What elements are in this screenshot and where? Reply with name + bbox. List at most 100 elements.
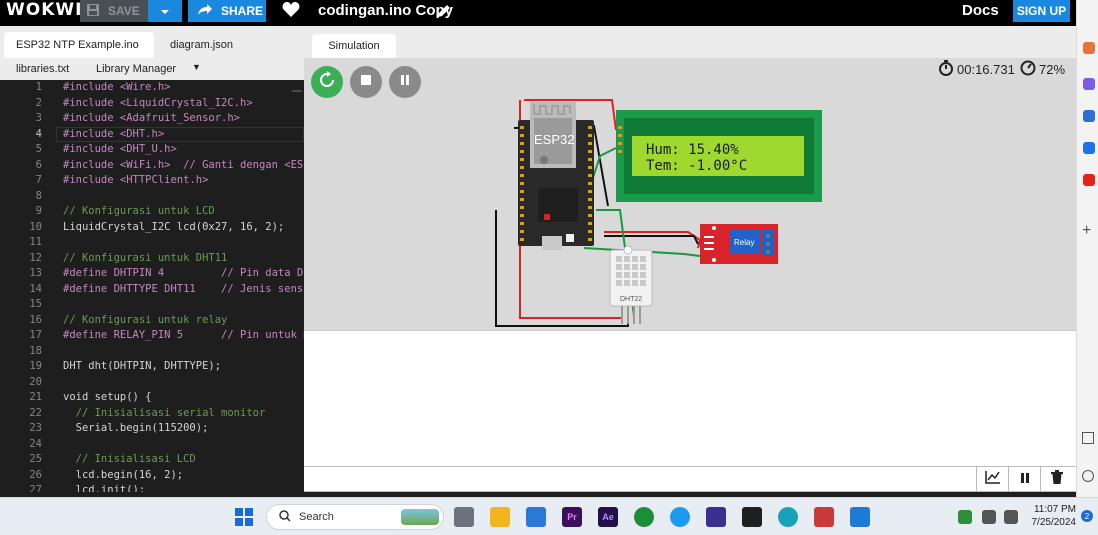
screenshot-icon[interactable] xyxy=(1082,432,1094,444)
code-line[interactable]: 2 #include <LiquidCrystal_I2C.h> xyxy=(0,97,304,113)
premiere-icon[interactable]: Pr xyxy=(562,507,582,527)
clear-button[interactable] xyxy=(1040,467,1072,492)
line-number: 19 xyxy=(29,360,42,372)
tab-libraries-txt[interactable]: libraries.txt xyxy=(16,63,69,75)
share-button[interactable]: SHARE xyxy=(188,0,266,22)
tray-date: 7/25/2024 xyxy=(1031,517,1077,528)
code-line[interactable]: 9 // Konfigurasi untuk LCD xyxy=(0,205,304,221)
wokwi-logo[interactable]: WOKWI xyxy=(6,0,82,20)
code-line[interactable]: 25 // Inisialisasi LCD xyxy=(0,453,304,469)
taskbar-search[interactable]: Search xyxy=(266,504,444,530)
code-line[interactable]: 26 lcd.begin(16, 2); xyxy=(0,469,304,485)
youtube-icon[interactable] xyxy=(1083,174,1095,186)
after-effects-icon[interactable]: Ae xyxy=(598,507,618,527)
code-line[interactable]: 23 Serial.begin(115200); xyxy=(0,422,304,438)
code-line[interactable]: 14 #define DHTTYPE DHT11 // Jenis senso xyxy=(0,283,304,299)
notification-badge[interactable]: 2 xyxy=(1081,510,1093,522)
volume-icon[interactable] xyxy=(1004,510,1018,524)
save-label: SAVE xyxy=(108,4,140,18)
dht-sensor[interactable]: DHT22 xyxy=(609,245,653,324)
code-line[interactable]: 15 xyxy=(0,298,304,314)
code-line[interactable]: 27 lcd.init(); xyxy=(0,484,304,492)
code-line[interactable]: 19 DHT dht(DHTPIN, DHTTYPE); xyxy=(0,360,304,376)
briefcase-icon[interactable] xyxy=(1083,42,1095,54)
code-text: LiquidCrystal_I2C lcd(0x27, 16, 2); xyxy=(63,220,285,233)
code-text: #include <Wire.h> xyxy=(63,81,171,93)
simulation-canvas[interactable]: 00:16.731 72% ESP32 Hum: 15.40% Tem: -1.… xyxy=(304,58,1076,330)
code-line[interactable]: 1 #include <Wire.h> xyxy=(0,81,304,97)
code-line[interactable]: 7 #include <HTTPClient.h> xyxy=(0,174,304,190)
code-line[interactable]: 17 #define RELAY_PIN 5 // Pin untuk m xyxy=(0,329,304,345)
project-title[interactable]: codingan.ino Copy xyxy=(318,2,453,19)
lcd-display[interactable]: Hum: 15.40% Tem: -1.00°C xyxy=(616,110,822,202)
code-line[interactable]: 13 #define DHTPIN 4 // Pin data DHT xyxy=(0,267,304,283)
file-explorer-icon[interactable] xyxy=(490,507,510,527)
code-line[interactable]: 18 xyxy=(0,345,304,361)
windows-start-icon[interactable] xyxy=(234,507,254,527)
code-text: void setup() { xyxy=(63,391,152,403)
relay-module[interactable]: Relay xyxy=(700,224,778,264)
vscode-icon[interactable] xyxy=(850,507,870,527)
code-line[interactable]: 12 // Konfigurasi untuk DHT11 xyxy=(0,252,304,268)
code-line[interactable]: 4 #include <DHT.h> xyxy=(0,128,304,144)
code-line[interactable]: 10 LiquidCrystal_I2C lcd(0x27, 16, 2); xyxy=(0,221,304,237)
plotter-button[interactable] xyxy=(976,467,1008,492)
code-line[interactable]: 16 // Konfigurasi untuk relay xyxy=(0,314,304,330)
task-view-icon[interactable] xyxy=(454,507,474,527)
code-text: #include <DHT.h> xyxy=(63,127,165,140)
winrar-icon[interactable] xyxy=(814,507,834,527)
line-number: 17 xyxy=(29,329,42,341)
arduino-icon[interactable] xyxy=(778,507,798,527)
trash-icon xyxy=(1050,470,1063,489)
code-line[interactable]: 8 xyxy=(0,190,304,206)
code-text: // Inisialisasi LCD xyxy=(63,453,196,465)
extension-icon[interactable] xyxy=(1083,78,1095,90)
chevron-down-icon xyxy=(160,2,170,20)
edge-icon[interactable] xyxy=(670,507,690,527)
tray-clock[interactable]: 11:07 PM 7/25/2024 xyxy=(1030,503,1077,529)
code-line[interactable]: 20 xyxy=(0,376,304,392)
line-number: 16 xyxy=(29,313,42,326)
code-text: // Konfigurasi untuk DHT11 xyxy=(63,251,228,264)
network-icon[interactable] xyxy=(982,510,996,524)
docs-link[interactable]: Docs xyxy=(962,2,999,19)
app-purple-icon[interactable] xyxy=(706,507,726,527)
store-icon[interactable] xyxy=(526,507,546,527)
signup-button[interactable]: SIGN UP xyxy=(1013,0,1070,22)
pencil-icon[interactable] xyxy=(436,3,452,24)
settings-icon[interactable] xyxy=(1082,470,1094,482)
serial-pause-button[interactable] xyxy=(1008,467,1040,492)
browser-sidebar: + xyxy=(1076,0,1098,497)
save-icon xyxy=(86,3,100,20)
tab-library-manager[interactable]: Library Manager xyxy=(96,63,176,75)
save-options-button[interactable] xyxy=(148,0,182,22)
code-editor[interactable]: 1 #include <Wire.h> 2 #include <LiquidCryst… xyxy=(0,80,304,492)
heart-icon[interactable] xyxy=(282,1,300,23)
code-line[interactable]: 22 // Inisialisasi serial monitor xyxy=(0,407,304,423)
terminal-icon[interactable] xyxy=(742,507,762,527)
line-number: 7 xyxy=(35,174,42,186)
code-text: #include <HTTPClient.h> xyxy=(63,174,209,186)
copilot-icon[interactable] xyxy=(1083,110,1095,122)
wokwi-window: WOKWI SAVE SHARE codingan.ino Copy Docs … xyxy=(0,0,1098,535)
top-bar: WOKWI SAVE SHARE codingan.ino Copy Docs … xyxy=(0,0,1076,26)
chevron-down-icon[interactable]: ▼ xyxy=(192,62,201,72)
save-button[interactable]: SAVE xyxy=(80,0,148,22)
code-line[interactable]: 3 #include <Adafruit_Sensor.h> xyxy=(0,112,304,128)
app-green-icon[interactable] xyxy=(634,507,654,527)
code-line[interactable]: 21 void setup() { xyxy=(0,391,304,407)
code-line[interactable]: 24 xyxy=(0,438,304,454)
tab-simulation[interactable]: Simulation xyxy=(312,34,396,58)
code-text: #include <WiFi.h> // Ganti dengan <ESP xyxy=(63,158,304,171)
add-icon[interactable]: + xyxy=(1082,222,1091,240)
outlook-icon[interactable] xyxy=(1083,142,1095,154)
tab-main-ino[interactable]: ESP32 NTP Example.ino xyxy=(4,32,154,58)
editor-sub-tab-bar: libraries.txt Library Manager ▼ xyxy=(0,62,304,80)
esp32-board[interactable]: ESP32 xyxy=(518,102,594,250)
code-line[interactable]: 6 #include <WiFi.h> // Ganti dengan <ESP xyxy=(0,159,304,175)
security-icon[interactable] xyxy=(958,510,972,524)
code-line[interactable]: 5 #include <DHT_U.h> xyxy=(0,143,304,159)
code-line[interactable]: 11 xyxy=(0,236,304,252)
tab-diagram-json[interactable]: diagram.json xyxy=(158,32,248,58)
line-number: 3 xyxy=(35,112,42,124)
